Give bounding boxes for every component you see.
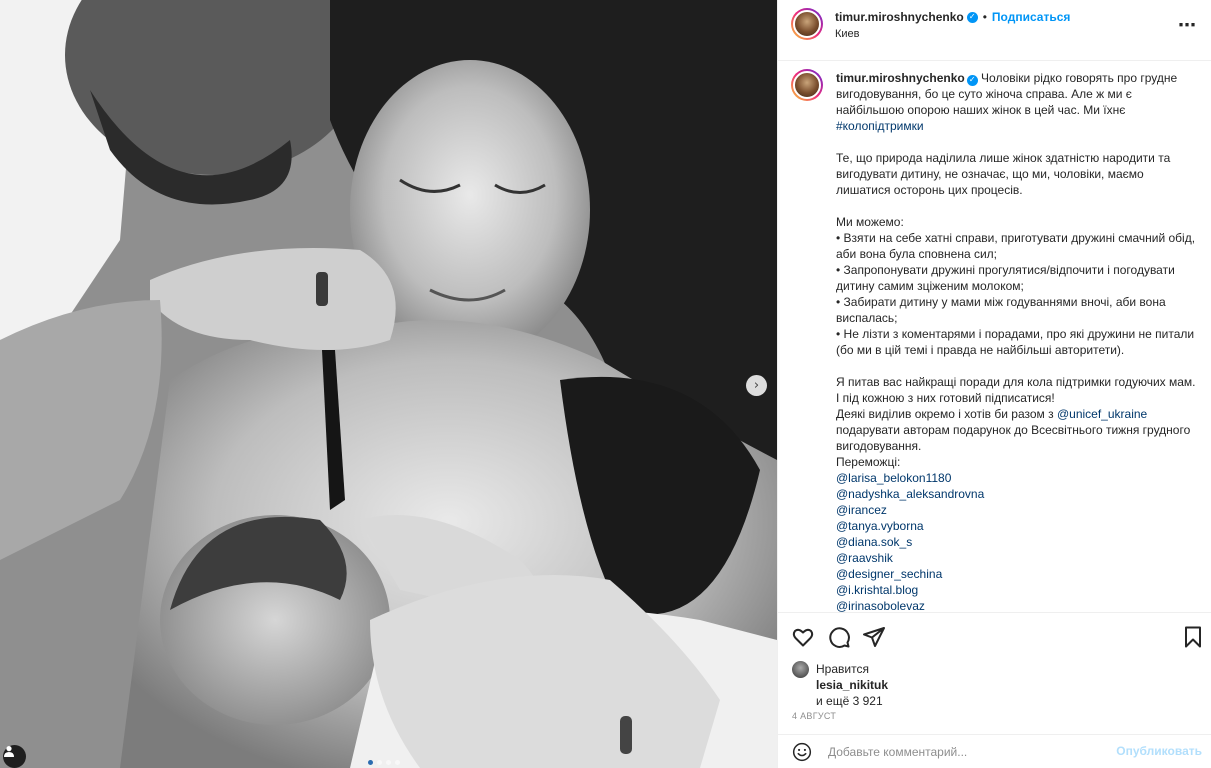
comment-icon[interactable] [827,625,851,649]
emoji-icon[interactable] [792,742,812,762]
winners-list: @larisa_belokon1180 @nadyshka_aleksandro… [836,471,984,612]
mention-link[interactable]: @unicef_ukraine [1057,407,1147,421]
post-sidebar: timur.miroshnychenko ✓ • Подписаться Кие… [777,0,1211,768]
winner-mention[interactable]: @i.krishtal.blog [836,583,918,597]
author-avatar[interactable] [791,8,823,40]
carousel-indicator [368,760,400,765]
post-caption: timur.miroshnychenko ✓ Чоловіки рідко гов… [836,70,1196,612]
share-icon[interactable] [862,625,886,649]
post-header: timur.miroshnychenko ✓ • Подписаться Кие… [778,0,1211,61]
verified-badge-icon: ✓ [966,11,978,23]
action-bar [778,612,1211,658]
follow-button[interactable]: Подписаться [992,10,1070,24]
header-user-line: timur.miroshnychenko ✓ • Подписаться [835,10,1070,24]
like-heart-icon[interactable] [791,625,815,649]
comment-input[interactable] [828,743,1108,761]
caption-avatar[interactable] [791,69,823,101]
tagged-user-button[interactable] [3,745,26,768]
add-comment-bar: Опубликовать [778,734,1211,768]
carousel-dot [368,760,373,765]
winner-mention[interactable]: @tanya.vyborna [836,519,924,533]
carousel-dot [395,760,400,765]
liker-avatar[interactable] [792,661,809,678]
carousel-dot [377,760,382,765]
post-photo[interactable]: › [0,0,777,768]
separator-dot: • [982,10,987,24]
verified-badge-icon: ✓ [966,74,978,86]
photo-artwork [0,0,777,768]
winner-mention[interactable]: @raavshik [836,551,893,565]
bookmark-icon[interactable] [1181,625,1205,649]
winner-mention[interactable]: @diana.sok_s [836,535,912,549]
likes-count[interactable]: и ещё 3 921 [816,694,883,708]
chevron-right-icon: › [753,378,760,393]
more-options-icon[interactable]: ⋯ [1178,15,1197,36]
post-location[interactable]: Киев [835,28,860,40]
comments-area[interactable]: timur.miroshnychenko ✓ Чоловіки рідко гов… [778,61,1211,612]
hashtag-link[interactable]: #колопідтримки [836,119,924,133]
winner-mention[interactable]: @larisa_belokon1180 [836,471,951,485]
winner-mention[interactable]: @irinasobolevaz [836,599,925,612]
caption-username[interactable]: timur.miroshnychenko [836,71,965,85]
next-slide-button[interactable]: › [746,375,767,396]
winner-mention[interactable]: @irancez [836,503,887,517]
publish-button[interactable]: Опубликовать [1116,744,1202,758]
author-username[interactable]: timur.miroshnychenko [835,10,964,24]
liker-username[interactable]: lesia_nikituk [816,678,888,692]
caption-text-2: Те, що природа наділила лише жінок здатн… [836,151,1196,421]
carousel-dot [386,760,391,765]
user-icon [4,746,14,757]
winner-mention[interactable]: @designer_sechina [836,567,942,581]
likes-label: Нравится [816,662,869,676]
post-date[interactable]: 4 АВГУСТ [792,711,836,721]
winner-mention[interactable]: @nadyshka_aleksandrovna [836,487,984,501]
